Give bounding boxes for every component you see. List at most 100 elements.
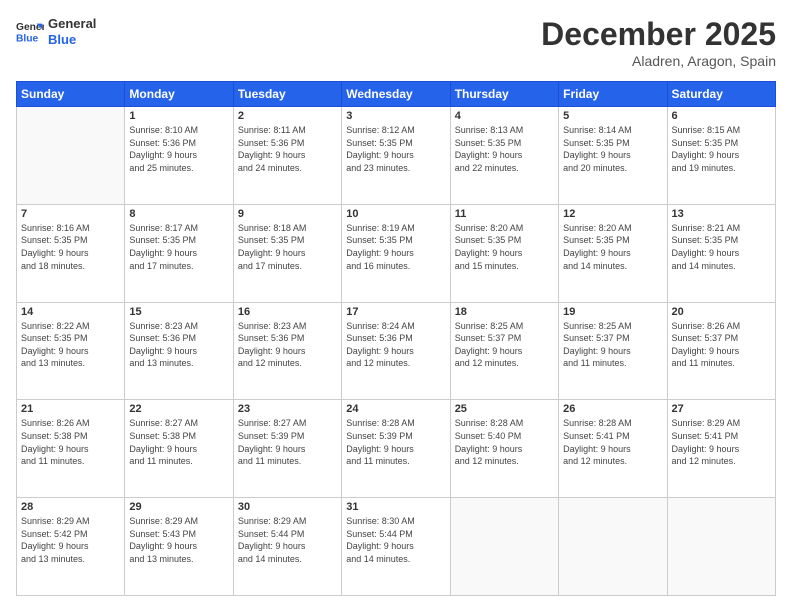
day-info: Sunrise: 8:24 AM Sunset: 5:36 PM Dayligh…	[346, 320, 445, 370]
day-info: Sunrise: 8:10 AM Sunset: 5:36 PM Dayligh…	[129, 124, 228, 174]
day-info: Sunrise: 8:14 AM Sunset: 5:35 PM Dayligh…	[563, 124, 662, 174]
day-number: 31	[346, 501, 445, 513]
day-info: Sunrise: 8:12 AM Sunset: 5:35 PM Dayligh…	[346, 124, 445, 174]
week-row-3: 14Sunrise: 8:22 AM Sunset: 5:35 PM Dayli…	[17, 302, 776, 400]
day-cell: 4 Sunrise: 8:13 AM Sunset: 5:35 PM Daylig…	[450, 107, 558, 205]
day-cell: 19Sunrise: 8:25 AM Sunset: 5:37 PM Dayli…	[559, 302, 667, 400]
day-number: 22	[129, 403, 228, 415]
day-info: Sunrise: 8:16 AM Sunset: 5:35 PM Dayligh…	[21, 222, 120, 272]
calendar-table: Sunday Monday Tuesday Wednesday Thursday…	[16, 81, 776, 596]
day-number: 1	[129, 110, 228, 122]
day-cell	[17, 107, 125, 205]
day-cell: 20Sunrise: 8:26 AM Sunset: 5:37 PM Dayli…	[667, 302, 775, 400]
day-info: Sunrise: 8:29 AM Sunset: 5:41 PM Dayligh…	[672, 417, 771, 467]
day-number: 4	[455, 110, 554, 122]
day-number: 11	[455, 208, 554, 220]
day-number: 24	[346, 403, 445, 415]
day-cell	[667, 498, 775, 596]
title-block: December 2025 Aladren, Aragon, Spain	[541, 16, 776, 69]
day-number: 6	[672, 110, 771, 122]
day-cell: 22 Sunrise: 8:27 AM Sunset: 5:38 PM Dayli…	[125, 400, 233, 498]
day-info: Sunrise: 8:28 AM Sunset: 5:41 PM Dayligh…	[563, 417, 662, 467]
day-info: Sunrise: 8:17 AM Sunset: 5:35 PM Dayligh…	[129, 222, 228, 272]
day-cell	[559, 498, 667, 596]
day-info: Sunrise: 8:21 AM Sunset: 5:35 PM Dayligh…	[672, 222, 771, 272]
location: Aladren, Aragon, Spain	[541, 53, 776, 69]
day-number: 17	[346, 306, 445, 318]
page: General Blue General Blue December 2025 …	[0, 0, 792, 612]
day-cell: 26Sunrise: 8:28 AM Sunset: 5:41 PM Dayli…	[559, 400, 667, 498]
day-info: Sunrise: 8:30 AM Sunset: 5:44 PM Dayligh…	[346, 515, 445, 565]
day-cell: 27 Sunrise: 8:29 AM Sunset: 5:41 PM Dayli…	[667, 400, 775, 498]
day-cell: 21 Sunrise: 8:26 AM Sunset: 5:38 PM Dayli…	[17, 400, 125, 498]
col-thursday: Thursday	[450, 82, 558, 107]
day-number: 7	[21, 208, 120, 220]
day-number: 19	[563, 306, 662, 318]
day-number: 12	[563, 208, 662, 220]
day-number: 28	[21, 501, 120, 513]
week-row-1: 1 Sunrise: 8:10 AM Sunset: 5:36 PM Daylig…	[17, 107, 776, 205]
month-title: December 2025	[541, 16, 776, 53]
day-cell: 17 Sunrise: 8:24 AM Sunset: 5:36 PM Dayli…	[342, 302, 450, 400]
day-cell: 1 Sunrise: 8:10 AM Sunset: 5:36 PM Daylig…	[125, 107, 233, 205]
day-cell: 29 Sunrise: 8:29 AM Sunset: 5:43 PM Dayli…	[125, 498, 233, 596]
day-number: 16	[238, 306, 337, 318]
logo-line2: Blue	[48, 32, 96, 48]
col-saturday: Saturday	[667, 82, 775, 107]
col-wednesday: Wednesday	[342, 82, 450, 107]
day-info: Sunrise: 8:25 AM Sunset: 5:37 PM Dayligh…	[455, 320, 554, 370]
day-info: Sunrise: 8:20 AM Sunset: 5:35 PM Dayligh…	[563, 222, 662, 272]
day-cell: 10Sunrise: 8:19 AM Sunset: 5:35 PM Dayli…	[342, 204, 450, 302]
day-number: 8	[129, 208, 228, 220]
logo-icon: General Blue	[16, 18, 44, 46]
day-number: 13	[672, 208, 771, 220]
col-tuesday: Tuesday	[233, 82, 341, 107]
week-row-2: 7 Sunrise: 8:16 AM Sunset: 5:35 PM Daylig…	[17, 204, 776, 302]
logo: General Blue General Blue	[16, 16, 96, 47]
day-cell: 7 Sunrise: 8:16 AM Sunset: 5:35 PM Daylig…	[17, 204, 125, 302]
day-info: Sunrise: 8:20 AM Sunset: 5:35 PM Dayligh…	[455, 222, 554, 272]
day-info: Sunrise: 8:27 AM Sunset: 5:38 PM Dayligh…	[129, 417, 228, 467]
day-number: 10	[346, 208, 445, 220]
col-monday: Monday	[125, 82, 233, 107]
day-number: 5	[563, 110, 662, 122]
day-info: Sunrise: 8:11 AM Sunset: 5:36 PM Dayligh…	[238, 124, 337, 174]
day-info: Sunrise: 8:28 AM Sunset: 5:40 PM Dayligh…	[455, 417, 554, 467]
day-info: Sunrise: 8:26 AM Sunset: 5:38 PM Dayligh…	[21, 417, 120, 467]
day-cell: 13 Sunrise: 8:21 AM Sunset: 5:35 PM Dayli…	[667, 204, 775, 302]
day-number: 27	[672, 403, 771, 415]
day-number: 21	[21, 403, 120, 415]
day-cell: 25 Sunrise: 8:28 AM Sunset: 5:40 PM Dayli…	[450, 400, 558, 498]
day-number: 23	[238, 403, 337, 415]
week-row-4: 21 Sunrise: 8:26 AM Sunset: 5:38 PM Dayli…	[17, 400, 776, 498]
day-number: 3	[346, 110, 445, 122]
day-cell: 30Sunrise: 8:29 AM Sunset: 5:44 PM Dayli…	[233, 498, 341, 596]
day-cell: 24 Sunrise: 8:28 AM Sunset: 5:39 PM Dayli…	[342, 400, 450, 498]
day-info: Sunrise: 8:15 AM Sunset: 5:35 PM Dayligh…	[672, 124, 771, 174]
day-cell: 6 Sunrise: 8:15 AM Sunset: 5:35 PM Daylig…	[667, 107, 775, 205]
day-number: 14	[21, 306, 120, 318]
day-cell: 2Sunrise: 8:11 AM Sunset: 5:36 PM Daylig…	[233, 107, 341, 205]
day-cell: 31 Sunrise: 8:30 AM Sunset: 5:44 PM Dayli…	[342, 498, 450, 596]
day-info: Sunrise: 8:28 AM Sunset: 5:39 PM Dayligh…	[346, 417, 445, 467]
day-info: Sunrise: 8:27 AM Sunset: 5:39 PM Dayligh…	[238, 417, 337, 467]
day-cell: 5 Sunrise: 8:14 AM Sunset: 5:35 PM Daylig…	[559, 107, 667, 205]
svg-text:Blue: Blue	[16, 33, 39, 44]
day-info: Sunrise: 8:29 AM Sunset: 5:43 PM Dayligh…	[129, 515, 228, 565]
col-sunday: Sunday	[17, 82, 125, 107]
day-cell: 3 Sunrise: 8:12 AM Sunset: 5:35 PM Daylig…	[342, 107, 450, 205]
day-number: 15	[129, 306, 228, 318]
day-number: 18	[455, 306, 554, 318]
day-cell: 9Sunrise: 8:18 AM Sunset: 5:35 PM Daylig…	[233, 204, 341, 302]
day-cell: 18 Sunrise: 8:25 AM Sunset: 5:37 PM Dayli…	[450, 302, 558, 400]
col-friday: Friday	[559, 82, 667, 107]
header-row: Sunday Monday Tuesday Wednesday Thursday…	[17, 82, 776, 107]
logo-line1: General	[48, 16, 96, 32]
header: General Blue General Blue December 2025 …	[16, 16, 776, 69]
day-info: Sunrise: 8:13 AM Sunset: 5:35 PM Dayligh…	[455, 124, 554, 174]
day-cell: 16Sunrise: 8:23 AM Sunset: 5:36 PM Dayli…	[233, 302, 341, 400]
day-cell: 15Sunrise: 8:23 AM Sunset: 5:36 PM Dayli…	[125, 302, 233, 400]
day-number: 29	[129, 501, 228, 513]
day-info: Sunrise: 8:26 AM Sunset: 5:37 PM Dayligh…	[672, 320, 771, 370]
day-number: 25	[455, 403, 554, 415]
